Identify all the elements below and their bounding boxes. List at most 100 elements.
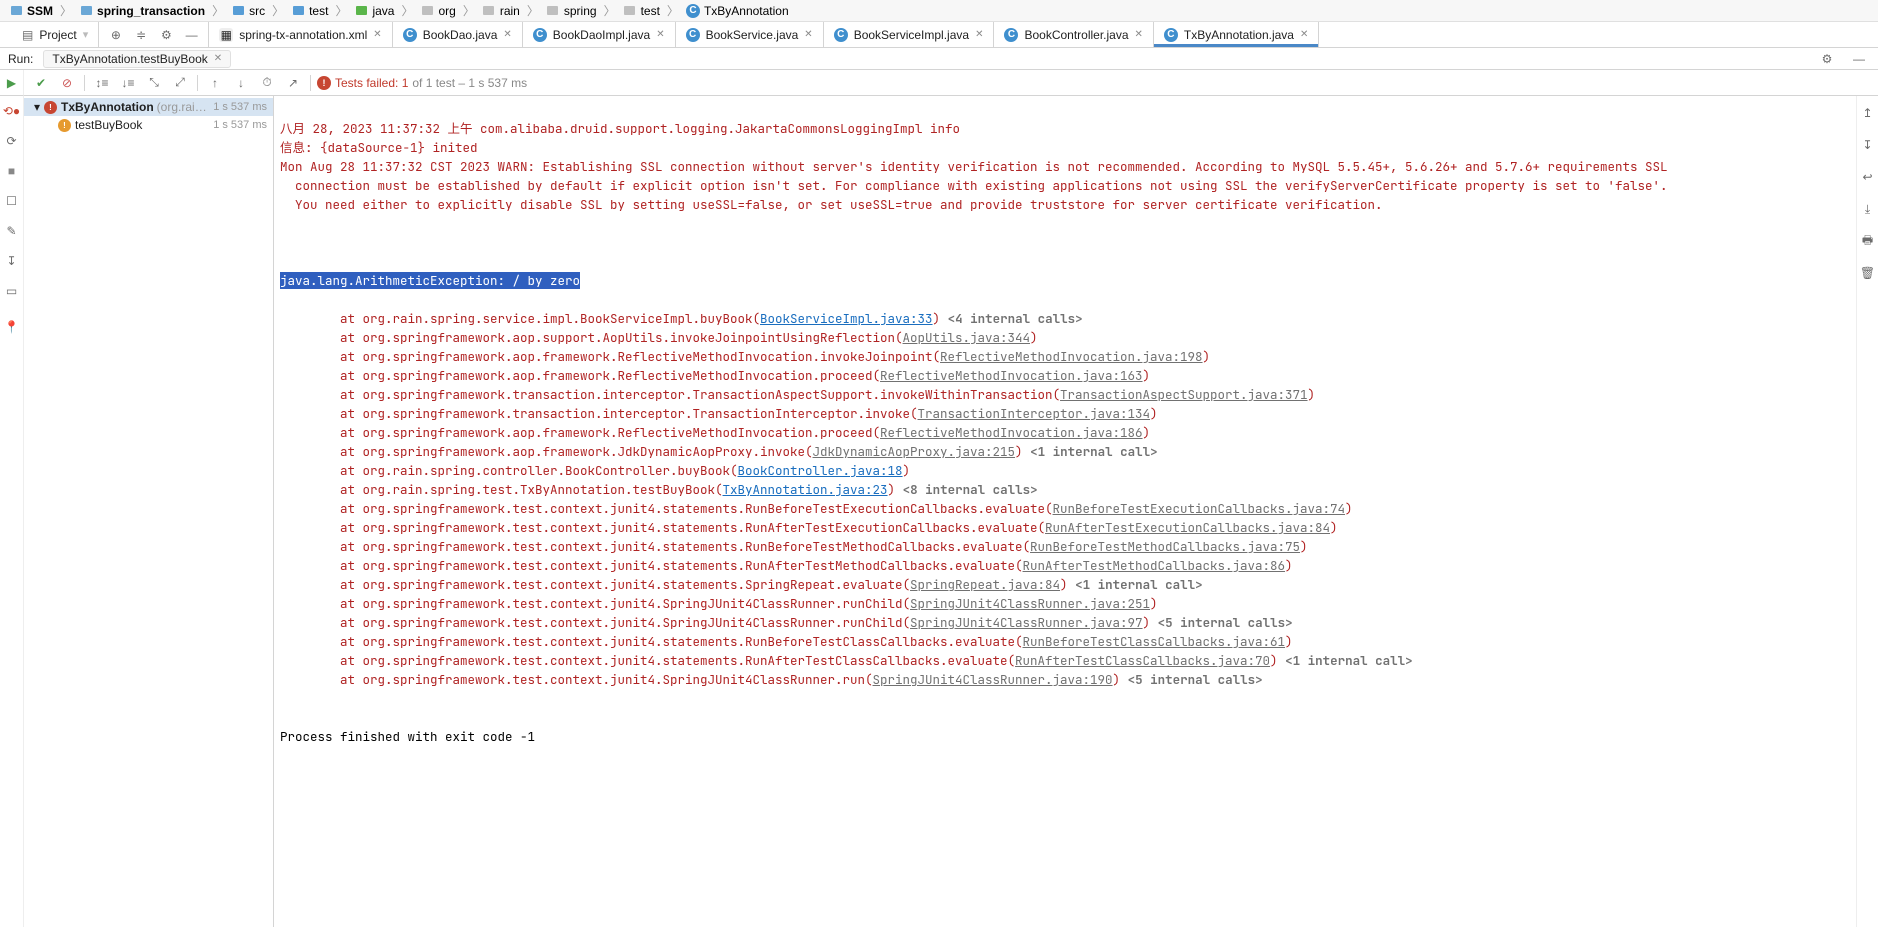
breadcrumb-rain[interactable]: rain bbox=[479, 4, 523, 18]
show-passed-button[interactable]: ✔ bbox=[30, 72, 52, 94]
rerun-failed-button[interactable]: ⟲● bbox=[1, 100, 23, 122]
stack-link[interactable]: ReflectiveMethodInvocation.java:163 bbox=[880, 367, 1143, 384]
tab-spring-tx-xml[interactable]: ▦ spring-tx-annotation.xml ✕ bbox=[209, 22, 392, 47]
stack-link[interactable]: BookServiceImpl.java:33 bbox=[760, 310, 933, 327]
stack-link[interactable]: RunBeforeTestMethodCallbacks.java:75 bbox=[1030, 538, 1300, 555]
stack-link[interactable]: TxByAnnotation.java:23 bbox=[723, 481, 888, 498]
rerun-button[interactable]: ▶ bbox=[1, 72, 23, 94]
gear-icon[interactable]: ⚙ bbox=[1816, 48, 1838, 70]
chevron-down-icon: ▾ bbox=[83, 28, 89, 41]
warn-icon: ! bbox=[58, 119, 71, 132]
dump-button[interactable]: ☐ bbox=[1, 190, 23, 212]
class-icon: C bbox=[686, 4, 700, 18]
package-icon bbox=[623, 4, 637, 18]
close-tab-icon[interactable]: ✕ bbox=[373, 29, 381, 40]
class-icon: C bbox=[1164, 28, 1178, 42]
settings-icon[interactable]: ⚙ bbox=[160, 24, 173, 46]
run-tool-header: Run: TxByAnnotation.testBuyBook ✕ ⚙ — bbox=[0, 48, 1878, 70]
tree-class-row[interactable]: ▾ ! TxByAnnotation (org.rain.spring.te 1… bbox=[24, 98, 273, 116]
tab-bookdaoimpl[interactable]: C BookDaoImpl.java ✕ bbox=[523, 22, 676, 47]
scroll-to-end-button[interactable]: ⤓ bbox=[1857, 198, 1878, 220]
collapse-icon[interactable]: ≑ bbox=[134, 24, 147, 46]
chevron-right-icon: 〉 bbox=[461, 2, 477, 19]
close-tab-icon[interactable]: ✕ bbox=[503, 29, 511, 40]
run-config-chip[interactable]: TxByAnnotation.testBuyBook ✕ bbox=[43, 50, 231, 68]
close-tab-icon[interactable]: ✕ bbox=[804, 29, 812, 40]
stop-button[interactable]: ■ bbox=[1, 160, 23, 182]
stack-link[interactable]: ReflectiveMethodInvocation.java:186 bbox=[880, 424, 1143, 441]
soft-wrap-button[interactable]: ↩ bbox=[1857, 166, 1878, 188]
stack-link[interactable]: SpringJUnit4ClassRunner.java:97 bbox=[910, 614, 1143, 631]
console-output[interactable]: 八月 28, 2023 11:37:32 上午 com.alibaba.drui… bbox=[274, 96, 1856, 927]
close-tab-icon[interactable]: ✕ bbox=[1135, 29, 1143, 40]
separator bbox=[84, 75, 85, 91]
stack-link[interactable]: RunAfterTestMethodCallbacks.java:86 bbox=[1023, 557, 1286, 574]
collapse-button[interactable]: ⤢ bbox=[169, 72, 191, 94]
export-button[interactable]: ↗ bbox=[282, 72, 304, 94]
sort-button[interactable]: ↕≡ bbox=[91, 72, 113, 94]
stack-link[interactable]: RunAfterTestClassCallbacks.java:70 bbox=[1015, 652, 1270, 669]
breadcrumb-class[interactable]: C TxByAnnotation bbox=[683, 4, 792, 18]
project-view-dropdown[interactable]: ▤ Project ▾ bbox=[0, 22, 99, 47]
import-button[interactable]: ↧ bbox=[1, 250, 23, 272]
selected-exception-line: java.lang.ArithmeticException: / by zero bbox=[280, 272, 580, 289]
breadcrumb-root[interactable]: SSM bbox=[6, 4, 56, 18]
run-side-toolbar: ▶ bbox=[0, 70, 24, 96]
stack-link[interactable]: SpringRepeat.java:84 bbox=[910, 576, 1060, 593]
pin-button[interactable]: 📍 bbox=[1, 316, 23, 338]
test-toolbar: ✔ ⊘ ↕≡ ↓≡ ⤡ ⤢ ↑ ↓ ⏱ ↗ ! Tests failed: 1 … bbox=[24, 70, 1878, 96]
hide-icon[interactable]: — bbox=[185, 24, 198, 46]
close-tab-icon[interactable]: ✕ bbox=[1300, 29, 1308, 40]
next-failed-button[interactable]: ↓ bbox=[230, 72, 252, 94]
stack-link[interactable]: ReflectiveMethodInvocation.java:198 bbox=[940, 348, 1203, 365]
breadcrumb-test2[interactable]: test bbox=[620, 4, 663, 18]
breadcrumb-java[interactable]: java bbox=[351, 4, 397, 18]
tab-txbyannotation[interactable]: C TxByAnnotation.java ✕ bbox=[1154, 22, 1319, 47]
stack-link[interactable]: RunBeforeTestClassCallbacks.java:61 bbox=[1023, 633, 1286, 650]
sort-alpha-button[interactable]: ↓≡ bbox=[117, 72, 139, 94]
close-tab-icon[interactable]: ✕ bbox=[656, 29, 664, 40]
hide-panel-icon[interactable]: — bbox=[1848, 48, 1870, 70]
show-ignored-button[interactable]: ⊘ bbox=[56, 72, 78, 94]
stack-link[interactable]: RunAfterTestExecutionCallbacks.java:84 bbox=[1045, 519, 1330, 536]
prev-failed-button[interactable]: ↑ bbox=[204, 72, 226, 94]
chevron-right-icon: 〉 bbox=[602, 2, 618, 19]
clear-all-button[interactable]: 🗑 bbox=[1857, 262, 1878, 284]
history-button[interactable]: ⏱ bbox=[256, 72, 278, 94]
tab-bookserviceimpl[interactable]: C BookServiceImpl.java ✕ bbox=[824, 22, 995, 47]
project-view-label: Project bbox=[39, 28, 76, 42]
scroll-bottom-button[interactable]: ↧ bbox=[1857, 134, 1878, 156]
project-icon bbox=[9, 4, 23, 18]
stack-link[interactable]: BookController.java:18 bbox=[738, 462, 903, 479]
run-config-name: TxByAnnotation.testBuyBook bbox=[52, 52, 207, 66]
close-run-icon[interactable]: ✕ bbox=[214, 53, 222, 64]
stack-link[interactable]: SpringJUnit4ClassRunner.java:251 bbox=[910, 595, 1150, 612]
stack-link[interactable]: RunBeforeTestExecutionCallbacks.java:74 bbox=[1053, 500, 1346, 517]
test-tree[interactable]: ▾ ! TxByAnnotation (org.rain.spring.te 1… bbox=[24, 96, 274, 927]
locate-icon[interactable]: ⊕ bbox=[109, 24, 122, 46]
print-button[interactable]: 🖶 bbox=[1857, 230, 1878, 252]
close-tab-icon[interactable]: ✕ bbox=[975, 29, 983, 40]
stack-link[interactable]: TransactionAspectSupport.java:371 bbox=[1060, 386, 1308, 403]
pin-output-button[interactable]: ✎ bbox=[1, 220, 23, 242]
tab-bookservice[interactable]: C BookService.java ✕ bbox=[676, 22, 824, 47]
tab-bookcontroller[interactable]: C BookController.java ✕ bbox=[994, 22, 1153, 47]
stack-link[interactable]: TransactionInterceptor.java:134 bbox=[918, 405, 1151, 422]
tree-method-name: testBuyBook bbox=[75, 118, 142, 132]
breadcrumb-org[interactable]: org bbox=[417, 4, 458, 18]
stack-link[interactable]: JdkDynamicAopProxy.java:215 bbox=[813, 443, 1016, 460]
breadcrumb-spring[interactable]: spring bbox=[543, 4, 600, 18]
breadcrumb-test[interactable]: test bbox=[288, 4, 331, 18]
stack-link[interactable]: SpringJUnit4ClassRunner.java:190 bbox=[873, 671, 1113, 688]
tree-method-row[interactable]: ! testBuyBook 1 s 537 ms bbox=[24, 116, 273, 134]
tab-bookdao[interactable]: C BookDao.java ✕ bbox=[393, 22, 523, 47]
stack-link[interactable]: AopUtils.java:344 bbox=[903, 329, 1031, 346]
toggle-autotest-button[interactable]: ⟳ bbox=[1, 130, 23, 152]
breadcrumb-src[interactable]: src bbox=[228, 4, 268, 18]
expand-button[interactable]: ⤡ bbox=[143, 72, 165, 94]
expand-toggle-icon[interactable]: ▾ bbox=[30, 100, 44, 114]
layout-button[interactable]: ▭ bbox=[1, 280, 23, 302]
test-folder-icon bbox=[354, 4, 368, 18]
scroll-top-button[interactable]: ↥ bbox=[1857, 102, 1878, 124]
breadcrumb-module[interactable]: spring_transaction bbox=[76, 4, 208, 18]
